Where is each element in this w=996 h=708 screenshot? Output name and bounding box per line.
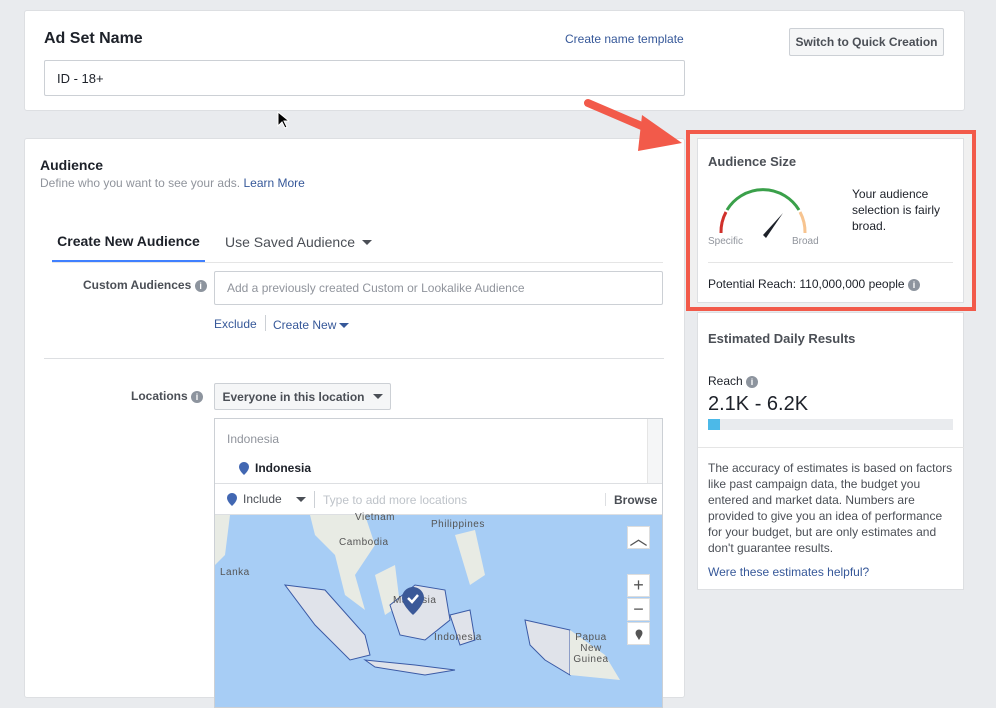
locate-icon: [635, 629, 642, 640]
chevron-down-icon: [372, 394, 383, 399]
include-select[interactable]: Include: [227, 492, 306, 506]
ad-set-name-title: Ad Set Name: [44, 30, 143, 47]
locate-button[interactable]: [627, 622, 650, 645]
location-search-row: Include Type to add more locations Brows…: [215, 483, 662, 515]
location-name: Indonesia: [255, 461, 312, 475]
mouse-cursor-icon: [277, 111, 289, 129]
scrollbar[interactable]: [647, 419, 662, 483]
divider: [708, 262, 953, 263]
potential-reach: Potential Reach: 110,000,000 people i: [708, 277, 920, 291]
chevron-down-icon: [339, 322, 350, 328]
section-divider: [44, 358, 664, 359]
ad-set-name-card: Ad Set Name Create name template Switch …: [24, 10, 965, 111]
estimates-title: Estimated Daily Results: [708, 331, 856, 346]
include-text: Include: [243, 492, 282, 506]
potential-reach-text: Potential Reach: 110,000,000 people: [708, 277, 905, 291]
info-icon[interactable]: i: [907, 278, 920, 291]
audience-card: Audience Define who you want to see your…: [24, 138, 685, 708]
link-separator: [265, 315, 266, 331]
map-label: Vietnam: [355, 512, 396, 523]
reach-label-text: Reach: [708, 374, 743, 388]
label-text: Locations: [131, 389, 188, 403]
audience-size-title: Audience Size: [708, 154, 797, 169]
gauge-broad-label: Broad: [792, 236, 819, 247]
tab-use-saved-audience[interactable]: Use Saved Audience: [225, 221, 372, 263]
map-label: Philippines: [431, 519, 485, 530]
locations-audience-select[interactable]: Everyone in this location: [214, 383, 391, 410]
select-text: Everyone in this location: [222, 389, 365, 404]
selected-location-pin-icon: [402, 587, 424, 615]
reach-label: Reach i: [708, 374, 759, 388]
exclude-link[interactable]: Exclude: [214, 317, 257, 331]
map-label: Indonesia: [434, 632, 482, 643]
reach-value: 2.1K - 6.2K: [708, 393, 809, 415]
estimates-disclaimer: The accuracy of estimates is based on fa…: [708, 461, 953, 555]
learn-more-link[interactable]: Learn More: [243, 176, 304, 190]
location-item[interactable]: Indonesia: [239, 461, 311, 475]
tab-label: Create New Audience: [57, 232, 200, 249]
separator: [605, 493, 606, 506]
audience-size-card: Audience Size Specific Broad Your audien…: [697, 138, 964, 303]
zoom-in-button[interactable]: +: [627, 574, 650, 597]
audience-subtitle: Define who you want to see your ads. Lea…: [40, 176, 305, 190]
collapse-map-button[interactable]: ︿: [627, 526, 650, 549]
info-icon[interactable]: i: [194, 279, 207, 292]
estimates-helpful-link[interactable]: Were these estimates helpful?: [708, 565, 869, 579]
chevron-down-icon: [295, 496, 306, 502]
location-group-label: Indonesia: [227, 432, 280, 446]
locations-label: Locations i: [131, 389, 204, 403]
custom-audiences-label: Custom Audiences i: [83, 278, 207, 292]
audience-title: Audience: [40, 157, 104, 173]
location-pin-icon: [239, 461, 249, 475]
create-name-template-link[interactable]: Create name template: [565, 32, 684, 46]
zoom-out-button[interactable]: −: [627, 598, 650, 621]
tabs-divider: [52, 262, 663, 263]
reach-bar-fill: [708, 419, 721, 430]
estimated-daily-results-card: Estimated Daily Results Reach i 2.1K - 6…: [697, 312, 964, 590]
map-label: Cambodia: [339, 537, 389, 548]
chevron-down-icon: [361, 239, 372, 245]
tab-create-new-audience[interactable]: Create New Audience: [52, 221, 205, 263]
link-text: Create New: [273, 318, 337, 332]
reach-bar: [708, 419, 953, 430]
create-new-link[interactable]: Create New: [273, 318, 350, 332]
audience-gauge: [719, 188, 807, 238]
map-land: [215, 515, 620, 680]
info-icon[interactable]: i: [191, 390, 204, 403]
gauge-specific-label: Specific: [708, 236, 744, 247]
switch-to-quick-creation-button[interactable]: Switch to Quick Creation: [789, 28, 944, 56]
divider: [698, 447, 964, 448]
map-label: Lanka: [220, 567, 250, 578]
location-pin-icon: [227, 492, 237, 506]
custom-audiences-input[interactable]: Add a previously created Custom or Looka…: [214, 271, 663, 305]
browse-button[interactable]: Browse: [614, 493, 657, 507]
info-icon[interactable]: i: [746, 375, 759, 388]
audience-subtitle-text: Define who you want to see your ads.: [40, 176, 241, 190]
map-label: Papua New Guinea: [573, 632, 609, 665]
separator: [314, 491, 315, 508]
tab-label: Use Saved Audience: [225, 234, 355, 250]
highlight-arrow-icon: [584, 99, 682, 151]
label-text: Custom Audiences: [83, 278, 192, 292]
locations-box: Indonesia Indonesia Include Type to add …: [214, 418, 663, 708]
map[interactable]: Vietnam Philippines Cambodia Lanka Malay…: [215, 512, 662, 707]
location-search-input[interactable]: Type to add more locations: [323, 493, 593, 507]
audience-size-message: Your audience selection is fairly broad.: [852, 187, 941, 233]
ad-set-name-input[interactable]: ID - 18+: [44, 60, 685, 96]
